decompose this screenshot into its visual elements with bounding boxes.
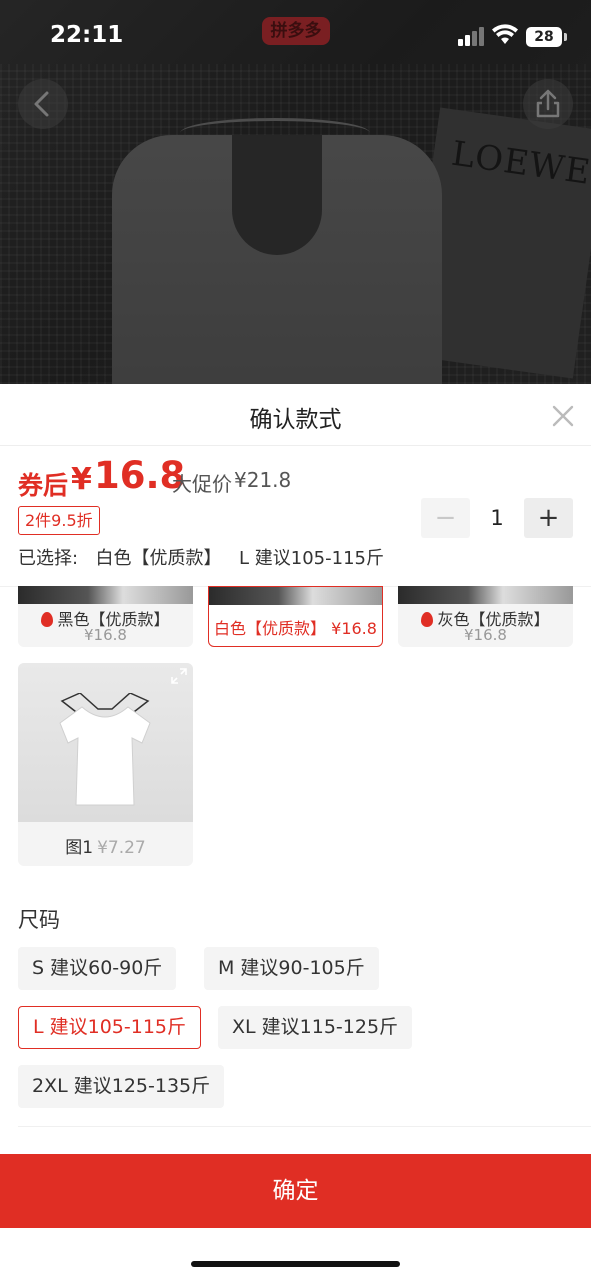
- signal-icon: [458, 26, 486, 46]
- sku-sheet: 确认款式 券后 ¥ 16.8 大促价 ¥21.8 2件9.5折 − 1 + 已选…: [0, 384, 591, 1280]
- promo-label: 大促价: [172, 472, 232, 496]
- option-price: ¥7.27: [97, 838, 146, 858]
- size-option-2xl[interactable]: 2XL 建议125-135斤: [18, 1065, 225, 1108]
- color-option-image1[interactable]: 图1 ¥7.27: [18, 663, 193, 866]
- color-option-black[interactable]: 黑色【优质款】 ¥16.8: [18, 586, 193, 647]
- wifi-icon: [492, 24, 518, 44]
- color-option-label: 白色【优质款】: [214, 619, 327, 638]
- color-option-white[interactable]: 白色【优质款】 ¥16.8: [208, 586, 383, 647]
- size-option-s[interactable]: S 建议60-90斤: [18, 947, 177, 990]
- quantity-value[interactable]: 1: [470, 498, 524, 538]
- price-symbol: ¥: [71, 462, 92, 497]
- option-caption: 图1 ¥7.27: [18, 833, 193, 858]
- status-bar: 22:11 拼多多 28: [0, 0, 591, 64]
- selected-prefix: 已选择:: [18, 548, 79, 569]
- selected-color: 白色【优质款】: [95, 548, 222, 569]
- expand-icon[interactable]: [170, 667, 188, 685]
- hot-icon: [421, 612, 434, 627]
- chevron-left-icon: [34, 91, 49, 117]
- sheet-header: 确认款式: [0, 384, 591, 446]
- sheet-title: 确认款式: [249, 407, 342, 433]
- share-icon: [536, 89, 560, 118]
- divider: [18, 1126, 591, 1127]
- status-time: 22:11: [50, 22, 124, 48]
- color-option-price: ¥16.8: [84, 626, 127, 644]
- color-option-price: ¥16.8: [331, 619, 377, 638]
- selected-summary: 已选择: 白色【优质款】 L 建议105-115斤: [18, 544, 384, 570]
- battery-icon: 28: [526, 27, 567, 47]
- color-option-label-row: 白色【优质款】 ¥16.8: [209, 615, 382, 639]
- size-section-title: 尺码: [18, 908, 60, 932]
- confirm-button[interactable]: 确定: [0, 1154, 591, 1228]
- quantity-stepper: − 1 +: [421, 498, 573, 538]
- home-indicator[interactable]: [191, 1261, 400, 1267]
- color-option-gray[interactable]: 灰色【优质款】 ¥16.8: [398, 586, 573, 647]
- color-thumb: [209, 587, 382, 605]
- tshirt-image: [59, 693, 151, 806]
- option-thumbnail: [18, 663, 193, 822]
- size-option-l[interactable]: L 建议105-115斤: [18, 1006, 202, 1049]
- discount-tag: 2件9.5折: [18, 506, 100, 535]
- size-option-xl[interactable]: XL 建议115-125斤: [218, 1006, 413, 1049]
- coupon-label: 券后: [18, 471, 69, 500]
- color-thumb: [18, 586, 193, 604]
- option-name: 图1: [65, 838, 94, 858]
- quantity-minus-button[interactable]: −: [421, 498, 470, 538]
- quantity-plus-button[interactable]: +: [524, 498, 573, 538]
- color-option-price: ¥16.8: [464, 626, 507, 644]
- size-option-m[interactable]: M 建议90-105斤: [204, 947, 379, 990]
- share-button[interactable]: [523, 79, 573, 129]
- promo-price: ¥21.8: [234, 468, 292, 492]
- selected-size: L 建议105-115斤: [239, 548, 384, 569]
- close-icon[interactable]: [550, 403, 576, 429]
- back-button[interactable]: [18, 79, 68, 129]
- hot-icon: [41, 612, 54, 627]
- app-badge: 拼多多: [262, 17, 330, 45]
- color-thumb: [398, 586, 573, 604]
